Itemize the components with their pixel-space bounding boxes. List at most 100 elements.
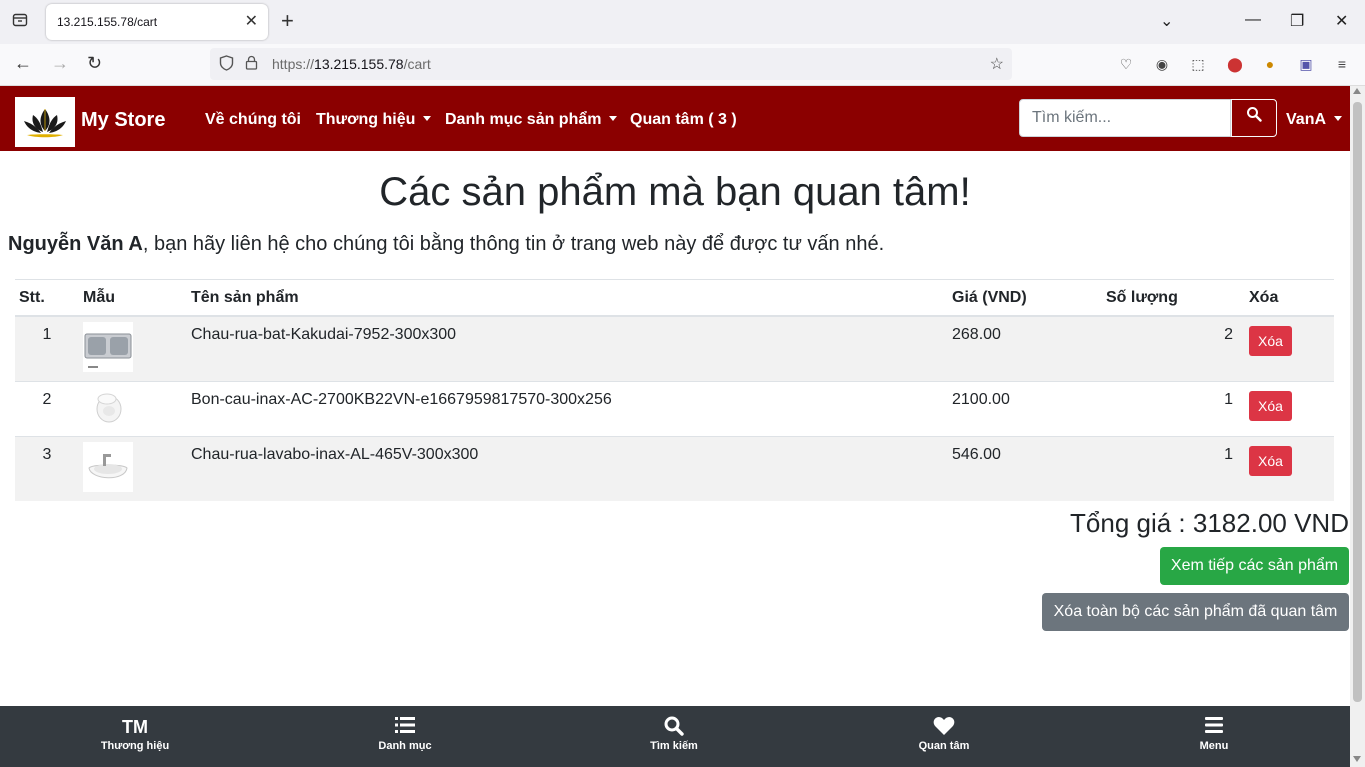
nav-link-favorites[interactable]: Quan tâm ( 3 ): [630, 111, 737, 129]
search-button[interactable]: [1231, 99, 1277, 137]
continue-shopping-button[interactable]: Xem tiếp các sản phẩm: [1160, 547, 1349, 585]
tm-icon: TM: [122, 717, 148, 737]
tab-overflow-chevron-icon[interactable]: ⌄: [1160, 11, 1173, 31]
back-icon[interactable]: ←: [14, 53, 32, 74]
delete-button[interactable]: Xóa: [1249, 391, 1292, 421]
nav-link-about[interactable]: Về chúng tôi: [205, 111, 301, 129]
scroll-down-icon[interactable]: [1353, 756, 1361, 762]
account-icon[interactable]: ◉: [1153, 55, 1171, 73]
nav-dropdown-categories[interactable]: Danh mục sản phẩm: [445, 111, 618, 129]
bookmark-star-icon[interactable]: ☆: [990, 54, 1004, 74]
scroll-thumb[interactable]: [1353, 102, 1362, 702]
bottom-nav-label: Danh mục: [378, 740, 432, 752]
row-delete-cell: Xóa: [1245, 315, 1334, 382]
scroll-up-icon[interactable]: [1353, 88, 1361, 94]
row-index: 3: [15, 436, 79, 501]
clear-favorites-button[interactable]: Xóa toàn bộ các sản phẩm đã quan tâm: [1042, 593, 1349, 631]
url-bar[interactable]: https://13.215.155.78/cart ☆: [210, 48, 1012, 80]
bottom-nav-favorites[interactable]: Quan tâm: [874, 706, 1014, 767]
hamburger-menu-icon: [1144, 716, 1284, 738]
bottom-nav-label: Quan tâm: [918, 740, 970, 752]
row-index: 2: [15, 381, 79, 437]
forward-icon[interactable]: →: [51, 53, 69, 74]
table-row: 2 Bon-cau-inax-AC-2700KB22VN-e1667959817…: [15, 381, 1334, 437]
nav-dropdown-brands[interactable]: Thương hiệu: [316, 111, 432, 129]
bottom-nav-label: Tìm kiếm: [650, 740, 698, 752]
browser-tabbar: 13.215.155.78/cart ✕ + ⌄ — ❐ ✕: [0, 0, 1365, 44]
brand-name[interactable]: My Store: [81, 109, 165, 132]
search-input[interactable]: [1019, 99, 1231, 137]
user-dropdown[interactable]: VanA: [1286, 111, 1343, 129]
col-header-image: Mẫu: [79, 279, 187, 317]
delete-button[interactable]: Xóa: [1249, 326, 1292, 356]
favorites-table: Stt. Mẫu Tên sản phẩm Giá (VND) Số lượng…: [15, 279, 1334, 501]
col-header-delete: Xóa: [1245, 279, 1334, 317]
bottom-nav-brands[interactable]: TM Thương hiệu: [65, 706, 205, 767]
bottom-nav-label: Thương hiệu: [100, 740, 170, 752]
row-quantity: 1: [1102, 381, 1245, 437]
new-tab-icon[interactable]: +: [281, 9, 294, 33]
shield-icon[interactable]: [219, 55, 234, 75]
row-price: 268.00: [948, 315, 1102, 382]
bottom-nav-categories[interactable]: Danh mục: [335, 706, 475, 767]
extension-puzzle-icon[interactable]: ▣: [1297, 55, 1315, 73]
col-header-index: Stt.: [15, 279, 79, 317]
lotus-logo-icon: [24, 109, 66, 138]
row-price: 2100.00: [948, 381, 1102, 437]
customer-name: Nguyễn Văn A: [8, 233, 143, 255]
col-header-quantity: Số lượng: [1102, 279, 1245, 317]
bottom-nav: TM Thương hiệu Danh mục Tìm kiếm Quan tâ…: [0, 706, 1350, 767]
tab-list-icon[interactable]: [10, 12, 30, 32]
tab-close-icon[interactable]: ✕: [245, 11, 258, 31]
delete-button[interactable]: Xóa: [1249, 446, 1292, 476]
row-delete-cell: Xóa: [1245, 436, 1334, 501]
extension-cookie-icon[interactable]: ●: [1261, 55, 1279, 73]
extensions-icon[interactable]: ⬚: [1189, 55, 1207, 73]
minimize-icon[interactable]: —: [1245, 11, 1261, 29]
row-quantity: 2: [1102, 315, 1245, 382]
double-sink-image[interactable]: [83, 322, 133, 372]
scroll-down-area[interactable]: [1350, 706, 1365, 767]
intro-text: Nguyễn Văn A, bạn hãy liên hệ cho chúng …: [8, 233, 885, 255]
caret-down-icon: [423, 116, 432, 121]
reload-icon[interactable]: ↻: [87, 53, 102, 74]
browser-tab-active[interactable]: 13.215.155.78/cart ✕: [46, 4, 268, 40]
maximize-icon[interactable]: ❐: [1290, 11, 1304, 31]
col-header-price: Giá (VND): [948, 279, 1102, 317]
row-product-name: Chau-rua-lavabo-inax-AL-465V-300x300: [187, 436, 948, 501]
row-quantity: 1: [1102, 436, 1245, 501]
bottom-nav-menu[interactable]: Menu: [1144, 706, 1284, 767]
row-image-cell: [79, 381, 187, 437]
row-product-name: Chau-rua-bat-Kakudai-7952-300x300: [187, 315, 948, 382]
caret-down-icon: [1334, 116, 1343, 121]
table-row: 1 Chau-rua-bat-Kakudai-7952-300x300 268.…: [15, 315, 1334, 382]
search-icon: [604, 716, 744, 738]
washbasin-image[interactable]: [83, 442, 133, 492]
extension-stop-icon[interactable]: ⬤: [1226, 55, 1244, 73]
page-title: Các sản phẩm mà bạn quan tâm!: [379, 170, 971, 214]
tab-title: 13.215.155.78/cart: [57, 15, 158, 29]
magnifier-icon: [1247, 107, 1262, 122]
row-index: 1: [15, 315, 79, 382]
row-image-cell: [79, 315, 187, 382]
store-logo[interactable]: [15, 97, 75, 147]
page-scrollbar[interactable]: [1350, 86, 1365, 706]
bottom-nav-search[interactable]: Tìm kiếm: [604, 706, 744, 767]
window-close-icon[interactable]: ✕: [1335, 11, 1348, 31]
row-delete-cell: Xóa: [1245, 381, 1334, 437]
row-product-name: Bon-cau-inax-AC-2700KB22VN-e166795981757…: [187, 381, 948, 437]
row-image-cell: [79, 436, 187, 501]
caret-down-icon: [609, 116, 618, 121]
table-header-row: Stt. Mẫu Tên sản phẩm Giá (VND) Số lượng…: [15, 279, 1334, 317]
table-row: 3 Chau-rua-lavabo-inax-AL-465V-300x300 5…: [15, 436, 1334, 501]
total-price: Tổng giá : 3182.00 VND: [1070, 508, 1349, 538]
lock-icon[interactable]: [245, 55, 258, 73]
row-price: 546.00: [948, 436, 1102, 501]
app-menu-icon[interactable]: ≡: [1333, 55, 1351, 73]
heart-icon: [874, 716, 1014, 738]
col-header-name: Tên sản phẩm: [187, 279, 948, 317]
site-navbar: My Store Về chúng tôi Thương hiệu Danh m…: [0, 86, 1350, 151]
pocket-icon[interactable]: ♡: [1117, 55, 1135, 73]
url-text: https://13.215.155.78/cart: [272, 56, 431, 72]
toilet-image[interactable]: [83, 387, 133, 427]
